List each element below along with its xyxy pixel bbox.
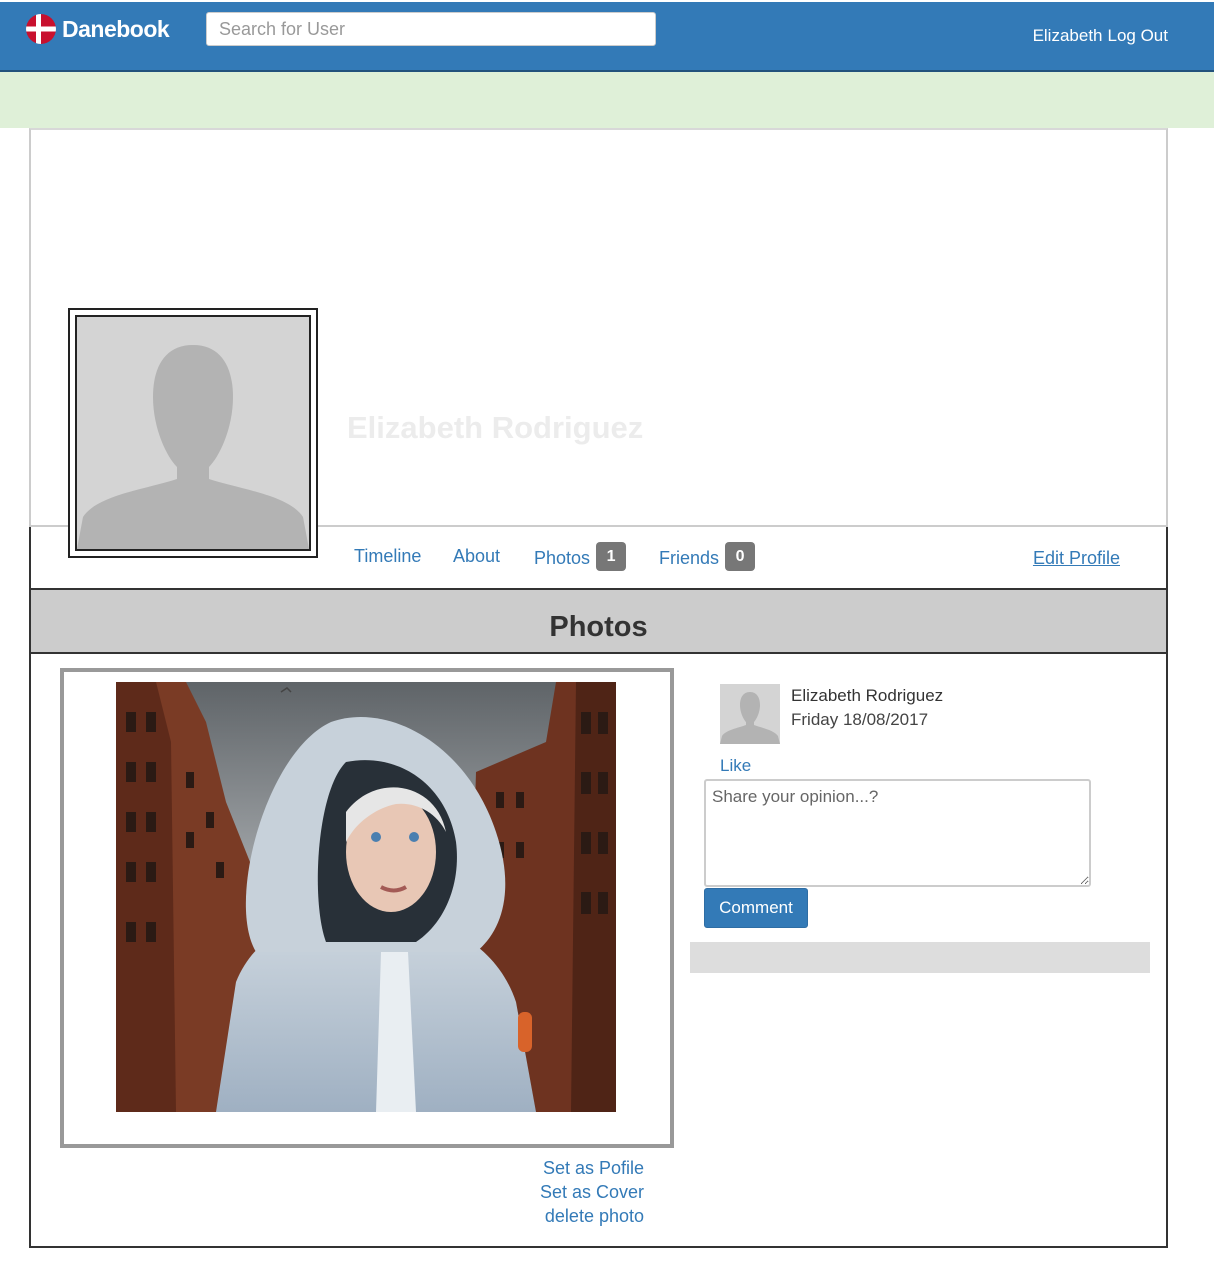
photos-title: Photos: [549, 610, 648, 643]
profile-name: Elizabeth Rodriguez: [347, 410, 644, 445]
friends-count-badge: 0: [725, 542, 756, 571]
photo-frame: [60, 668, 674, 1148]
post-author-name[interactable]: Elizabeth Rodriguez: [791, 686, 943, 706]
delete-photo-link[interactable]: delete photo: [540, 1206, 644, 1226]
brand-link[interactable]: Danebook: [26, 12, 170, 46]
tab-friends[interactable]: Friends 0: [659, 542, 756, 571]
logout-link[interactable]: Log Out: [1108, 26, 1169, 46]
post-date: Friday 18/08/2017: [791, 710, 929, 729]
tab-about[interactable]: About: [453, 546, 500, 567]
search-input[interactable]: [206, 12, 656, 46]
user-photo[interactable]: [116, 682, 616, 1112]
photos-count-badge: 1: [596, 542, 627, 571]
avatar-placeholder-icon: [75, 315, 311, 551]
edit-profile-link[interactable]: Edit Profile: [1033, 548, 1120, 569]
flash-alert: [0, 72, 1214, 128]
brand-name: Danebook: [62, 15, 170, 42]
set-as-cover-link[interactable]: Set as Cover: [540, 1182, 644, 1202]
photo-actions: Set as Pofile Set as Cover delete photo: [540, 1158, 644, 1226]
photos-header: Photos: [29, 590, 1168, 654]
denmark-flag-icon: [26, 14, 56, 44]
tab-timeline-label: Timeline: [354, 546, 422, 566]
comment-button[interactable]: Comment: [704, 888, 808, 928]
post-author-avatar: [720, 684, 780, 744]
tab-about-label: About: [453, 546, 501, 566]
tab-timeline[interactable]: Timeline: [354, 546, 421, 567]
comments-list: [690, 942, 1150, 973]
profile-picture: [68, 308, 318, 558]
like-link[interactable]: Like: [720, 756, 751, 776]
current-user-link[interactable]: Elizabeth: [1033, 26, 1103, 46]
tab-photos-label: Photos: [534, 548, 591, 568]
tab-friends-label: Friends: [659, 548, 720, 568]
set-as-profile-link[interactable]: Set as Pofile: [540, 1158, 644, 1178]
user-nav: Elizabeth Log Out: [1033, 26, 1168, 46]
comment-input[interactable]: [704, 779, 1091, 887]
tab-photos[interactable]: Photos 1: [534, 542, 627, 571]
top-navbar: Danebook Elizabeth Log Out: [0, 2, 1214, 72]
